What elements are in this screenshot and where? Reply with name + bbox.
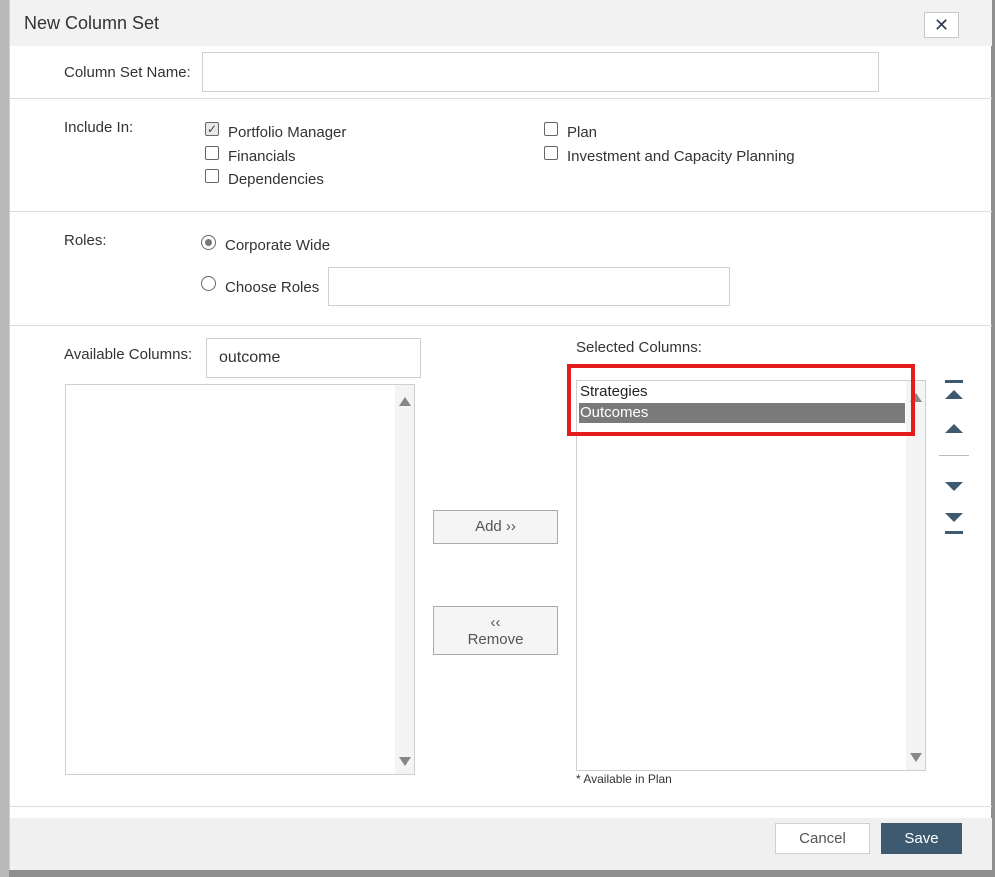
dialog-title: New Column Set <box>24 13 160 33</box>
scroll-down-icon[interactable] <box>910 753 922 762</box>
close-icon: ✕ <box>933 15 950 35</box>
double-chevron-left-icon: ‹‹ <box>490 614 501 631</box>
divider <box>10 325 992 326</box>
add-button-label: Add ›› <box>475 518 516 535</box>
roles-label: Roles: <box>64 232 107 249</box>
move-to-top-button[interactable] <box>943 380 965 400</box>
dialog-footer: Cancel Save <box>10 818 992 870</box>
checkbox-financials[interactable] <box>205 146 219 160</box>
scroll-up-icon[interactable] <box>399 397 411 406</box>
close-button[interactable]: ✕ <box>924 12 959 38</box>
new-column-set-dialog: New Column Set ✕ Column Set Name: Includ… <box>9 0 992 870</box>
selected-columns-scrollbar[interactable] <box>906 381 925 770</box>
checkbox-label-plan: Plan <box>567 124 598 141</box>
include-in-label: Include In: <box>64 119 134 136</box>
remove-button[interactable]: ‹‹ Remove <box>433 606 558 655</box>
check-icon: ✓ <box>206 122 218 136</box>
radio-choose-roles[interactable] <box>201 276 216 291</box>
save-button[interactable]: Save <box>881 823 962 854</box>
order-divider <box>939 455 969 456</box>
move-down-button[interactable] <box>943 480 965 500</box>
radio-corporate-wide[interactable] <box>201 235 216 250</box>
selected-columns-list[interactable]: Strategies Outcomes <box>576 380 926 771</box>
move-down-icon <box>945 482 963 491</box>
cancel-button[interactable]: Cancel <box>775 823 870 854</box>
radio-label-choose-roles: Choose Roles <box>225 279 320 296</box>
checkbox-portfolio-manager[interactable]: ✓ <box>205 122 219 136</box>
highlight-box <box>567 364 915 436</box>
checkbox-dependencies[interactable] <box>205 169 219 183</box>
available-columns-label: Available Columns: <box>64 346 193 363</box>
checkbox-investment-capacity-planning[interactable] <box>544 146 558 160</box>
divider <box>10 98 992 99</box>
checkbox-label-portfolio-manager: Portfolio Manager <box>228 124 347 141</box>
checkbox-label-financials: Financials <box>228 148 296 165</box>
available-columns-filter-input[interactable] <box>206 338 421 378</box>
divider <box>10 211 992 212</box>
available-in-plan-note: * Available in Plan <box>576 772 672 786</box>
radio-label-corporate-wide: Corporate Wide <box>225 237 331 254</box>
selected-columns-label: Selected Columns: <box>576 339 702 356</box>
remove-button-label: Remove <box>467 631 524 648</box>
choose-roles-input[interactable] <box>328 267 730 306</box>
checkbox-plan[interactable] <box>544 122 558 136</box>
move-up-icon <box>945 424 963 433</box>
dialog-title-bar: New Column Set ✕ <box>10 0 992 46</box>
divider <box>10 806 992 807</box>
column-set-name-input[interactable] <box>202 52 879 92</box>
available-columns-list[interactable] <box>65 384 415 775</box>
save-button-label: Save <box>904 830 939 847</box>
cancel-button-label: Cancel <box>799 830 846 847</box>
scroll-down-icon[interactable] <box>399 757 411 766</box>
checkbox-label-investment-capacity-planning: Investment and Capacity Planning <box>567 148 795 165</box>
checkbox-label-dependencies: Dependencies <box>228 171 324 188</box>
add-button[interactable]: Add ›› <box>433 510 558 544</box>
background-page <box>0 0 9 877</box>
move-to-bottom-button[interactable] <box>943 512 965 534</box>
column-set-name-label: Column Set Name: <box>64 64 191 81</box>
available-columns-scrollbar[interactable] <box>395 385 414 774</box>
move-up-button[interactable] <box>943 422 965 442</box>
